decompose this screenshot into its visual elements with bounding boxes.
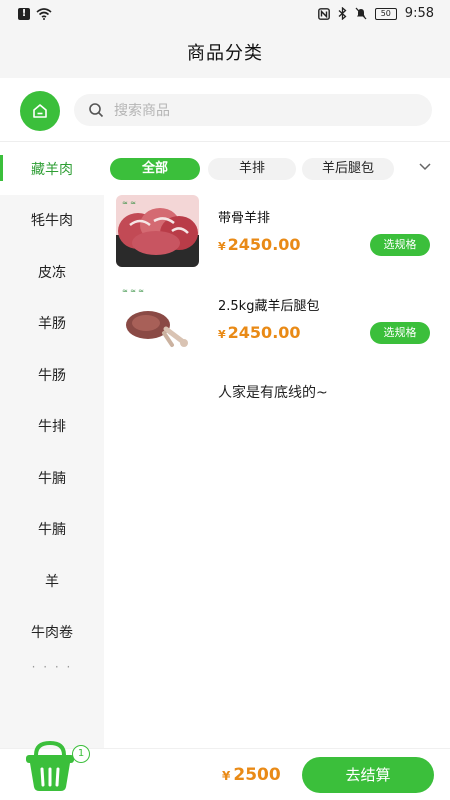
search-icon (89, 103, 104, 118)
product-image[interactable]: ≈ ≈ ≈ (116, 283, 199, 355)
lamb-ribs-image: ≈ ≈ (116, 195, 199, 267)
status-time: 9:58 (404, 6, 434, 21)
select-spec-button[interactable]: 选规格 (370, 234, 430, 256)
status-bar: ! 50 9:58 (0, 0, 450, 30)
product-card[interactable]: ≈ ≈ ≈ 2.5kg藏羊后腿包 ¥2450.00 选规格 (104, 283, 450, 371)
sidebar-item-tibetan-lamb[interactable]: 藏羊肉 (0, 143, 104, 195)
sidebar-item-aspic[interactable]: 皮冻 (0, 246, 104, 298)
nav-bar: 商品分类 (0, 30, 450, 78)
product-list: ≈ ≈ 带骨羊排 ¥2450.00 选规格 ≈ ≈ ≈ 2.5kg藏羊后腿包 ¥… (104, 195, 450, 748)
cart-total: ¥2500 (222, 765, 281, 785)
sidebar-item-beef-roll[interactable]: 牛肉卷 (0, 607, 104, 659)
sidebar-item-lamb[interactable]: 羊 (0, 555, 104, 607)
product-price: ¥2450.00 (218, 323, 301, 342)
product-card[interactable]: ≈ ≈ 带骨羊排 ¥2450.00 选规格 (104, 195, 450, 283)
home-icon (33, 104, 47, 118)
sidebar-more-indicator: · · · · (31, 660, 73, 674)
product-name: 带骨羊排 (218, 211, 271, 226)
page-title: 商品分类 (187, 43, 263, 64)
sidebar-item-lamb-intestine[interactable]: 羊肠 (0, 298, 104, 350)
tab-lamb-leg[interactable]: 羊后腿包 (302, 158, 394, 180)
category-sidebar: 藏羊肉 牦牛肉 皮冻 羊肠 牛肠 牛排 牛腩 牛腩 羊 牛肉卷 · · · · (0, 143, 104, 748)
sidebar-item-brisket-1[interactable]: 牛腩 (0, 452, 104, 504)
wifi-icon (36, 8, 52, 20)
search-placeholder: 搜索商品 (114, 103, 170, 119)
checkout-button[interactable]: 去结算 (302, 757, 434, 793)
bluetooth-icon (338, 7, 347, 20)
battery-icon: 50 (374, 7, 397, 20)
search-row: 搜索商品 (0, 78, 450, 142)
search-input[interactable]: 搜索商品 (74, 94, 432, 126)
tab-lamb-ribs[interactable]: 羊排 (208, 158, 296, 180)
svg-text:≈ ≈ ≈: ≈ ≈ ≈ (122, 287, 144, 295)
sidebar-item-steak[interactable]: 牛排 (0, 401, 104, 453)
cart-count-badge: 1 (72, 745, 90, 763)
mute-bell-icon (355, 7, 367, 20)
shopping-basket-icon (26, 740, 74, 791)
home-button[interactable] (20, 91, 60, 131)
chevron-down-icon[interactable] (418, 161, 432, 171)
sidebar-item-yak-meat[interactable]: 牦牛肉 (0, 195, 104, 247)
filter-tabs: 全部 羊排 羊后腿包 (104, 143, 450, 195)
lamb-leg-image: ≈ ≈ ≈ (116, 283, 199, 355)
alert-icon: ! (18, 8, 30, 20)
end-of-list-text: 人家是有底线的~ (218, 385, 328, 401)
product-price: ¥2450.00 (218, 235, 301, 254)
bottom-bar: 1 ¥2500 去结算 (0, 740, 450, 800)
cart-button[interactable] (22, 737, 78, 793)
sidebar-item-brisket-2[interactable]: 牛腩 (0, 504, 104, 556)
sidebar-item-beef-intestine[interactable]: 牛肠 (0, 349, 104, 401)
product-image[interactable]: ≈ ≈ (116, 195, 199, 267)
product-name: 2.5kg藏羊后腿包 (218, 299, 320, 314)
select-spec-button[interactable]: 选规格 (370, 322, 430, 344)
nfc-icon (317, 7, 330, 20)
svg-text:≈ ≈: ≈ ≈ (122, 199, 136, 207)
tab-all[interactable]: 全部 (110, 158, 200, 180)
